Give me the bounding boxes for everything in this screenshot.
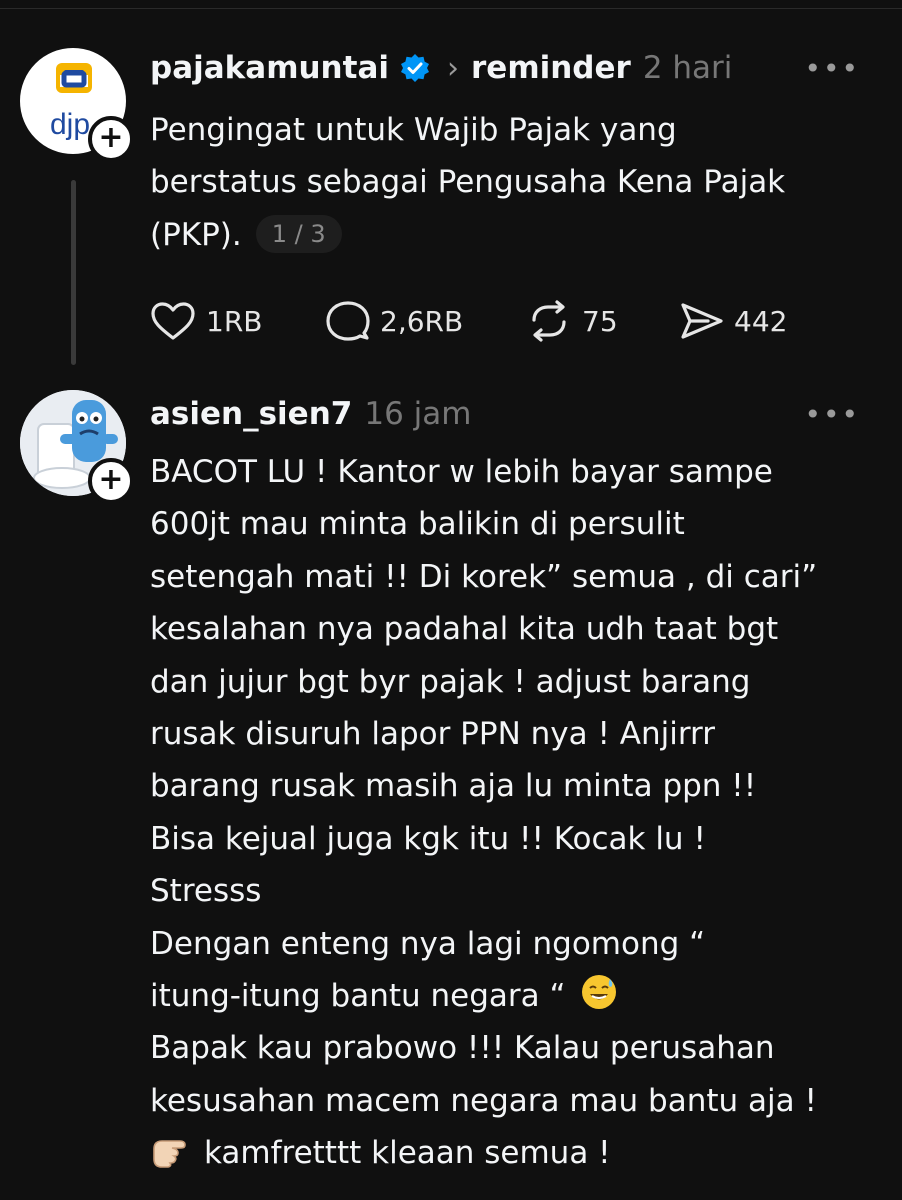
text-line: BACOT LU ! Kantor w lebih bayar sampe <box>150 454 773 490</box>
text-line: rusak disuruh lapor PPN nya ! Anjirrr <box>150 716 715 753</box>
share-count: 442 <box>734 304 788 338</box>
text-line: 600jt mau minta balikin di persulit <box>150 506 685 543</box>
action-bar: 1RB 2,6RB 75 442 <box>150 298 850 344</box>
avatar-asien-sien7[interactable]: + <box>20 390 134 504</box>
text-line: berstatus sebagai Pengusaha Kena Pajak <box>150 164 786 201</box>
text-line: itung-itung bantu negara “ <box>150 978 566 1015</box>
topic-tag[interactable]: reminder <box>471 50 631 86</box>
text-line: (PKP). <box>150 216 242 253</box>
thread-line <box>71 180 76 365</box>
post-asien-sien7[interactable]: + asien_sien7 16 jam ••• BACOT LU ! Kant… <box>0 380 902 1200</box>
text-line: kesusahan macem negara mau bantu aja ! <box>150 1082 817 1119</box>
text-line: kesalahan nya padahal kita udh taat bgt <box>150 611 779 648</box>
post-header: pajakamuntai › reminder 2 hari <box>150 46 732 90</box>
more-options-icon[interactable]: ••• <box>804 398 860 431</box>
post-pajakamuntai[interactable]: djp + pajakamuntai › reminder 2 hari •••… <box>0 0 902 380</box>
post-text[interactable]: BACOT LU ! Kantor w lebih bayar sampe 60… <box>150 446 870 1180</box>
comment-icon <box>326 301 370 341</box>
sweat-smile-emoji-icon <box>582 975 617 1010</box>
text-line: barang rusak masih aja lu minta ppn !! <box>150 768 757 805</box>
comment-count: 2,6RB <box>380 304 464 338</box>
repost-icon <box>532 300 566 342</box>
follow-plus-button[interactable]: + <box>88 116 134 162</box>
text-line: Bapak kau prabowo !!! Kalau perusahan <box>150 1030 775 1067</box>
like-button[interactable]: 1RB <box>150 298 262 344</box>
text-line: Dengan enteng nya lagi ngomong “ <box>150 925 706 962</box>
pagination-pill[interactable]: 1 / 3 <box>255 214 342 253</box>
text-line: dan jujur bgt byr pajak ! adjust barang <box>150 663 751 700</box>
post-time: 16 jam <box>364 396 472 432</box>
text-line: setengah mati !! Di korek” semua , di ca… <box>150 558 818 595</box>
username[interactable]: asien_sien7 <box>150 396 352 432</box>
avatar-pajakamuntai[interactable]: djp + <box>20 48 134 162</box>
username[interactable]: pajakamuntai <box>150 50 389 86</box>
like-count: 1RB <box>206 304 263 338</box>
text-line: kamfretttt kleaan semua ! <box>204 1135 611 1172</box>
send-icon <box>681 303 723 339</box>
text-line: Stresss <box>150 873 262 910</box>
repost-count: 75 <box>582 304 618 338</box>
share-button[interactable]: 442 <box>680 298 787 344</box>
chevron-right-icon: › <box>447 50 459 86</box>
post-time: 2 hari <box>642 50 733 86</box>
text-line: Bisa kejual juga kgk itu !! Kocak lu ! <box>150 820 706 857</box>
text-line: Pengingat untuk Wajib Pajak yang <box>150 112 677 148</box>
post-header: asien_sien7 16 jam <box>150 392 471 436</box>
avatar-logo-text: djp <box>50 108 91 141</box>
repost-button[interactable]: 75 <box>526 298 618 344</box>
verified-badge-icon <box>401 54 429 82</box>
heart-icon <box>151 302 195 340</box>
post-text[interactable]: Pengingat untuk Wajib Pajak yang berstat… <box>150 104 870 261</box>
follow-plus-button[interactable]: + <box>88 458 134 504</box>
more-options-icon[interactable]: ••• <box>804 52 860 85</box>
comment-button[interactable]: 2,6RB <box>326 298 463 344</box>
pointing-hand-emoji-icon <box>153 1140 186 1169</box>
